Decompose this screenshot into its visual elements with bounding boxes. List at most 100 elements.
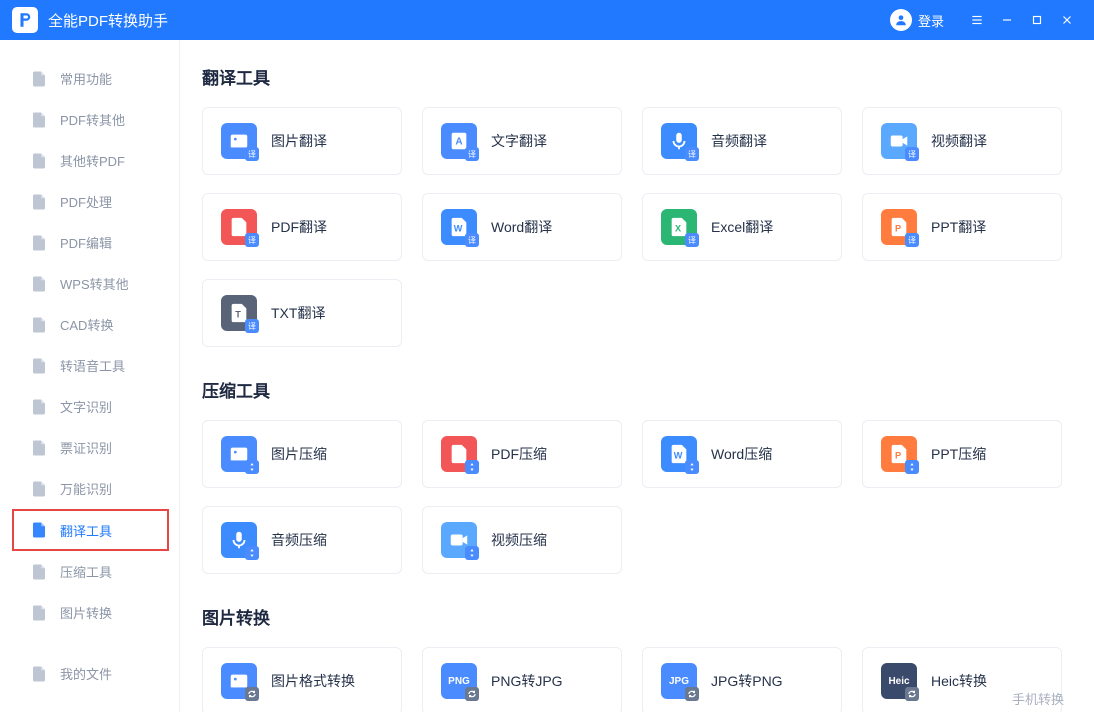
sidebar-icon-pdf-process — [30, 193, 48, 211]
card-label: PPT压缩 — [931, 444, 986, 464]
sidebar-icon-common — [30, 70, 48, 88]
card-video-translate[interactable]: 译 视频翻译 — [862, 107, 1062, 175]
app-logo-icon — [12, 7, 38, 33]
sidebar-item-image-convert[interactable]: 图片转换 — [0, 592, 179, 633]
sidebar-item-cad[interactable]: CAD转换 — [0, 304, 179, 345]
icon-badge: 译 — [685, 233, 699, 247]
minimize-button[interactable] — [992, 0, 1022, 40]
icon-badge: 译 — [905, 147, 919, 161]
card-text-translate[interactable]: A 译 文字翻译 — [422, 107, 622, 175]
sidebar-icon-my-files — [30, 665, 48, 683]
excel-translate-icon: X 译 — [661, 209, 697, 245]
card-label: JPG转PNG — [711, 671, 783, 691]
sidebar-item-wps[interactable]: WPS转其他 — [0, 263, 179, 304]
card-ppt-translate[interactable]: P 译 PPT翻译 — [862, 193, 1062, 261]
sidebar-icon-ticket — [30, 439, 48, 457]
section-title-1: 压缩工具 — [202, 377, 1072, 402]
video-compress-icon — [441, 522, 477, 558]
sidebar-item-ocr[interactable]: 文字识别 — [0, 386, 179, 427]
card-label: Excel翻译 — [711, 217, 773, 237]
sidebar-item-label: CAD转换 — [60, 315, 113, 334]
sidebar-item-label: PDF转其他 — [60, 110, 125, 129]
sidebar-icon-universal — [30, 480, 48, 498]
card-label: Word压缩 — [711, 444, 772, 464]
sidebar-icon-pdf-to — [30, 111, 48, 129]
main-content: 翻译工具 译 图片翻译 A 译 文字翻译 译 音频翻译 — [180, 40, 1094, 712]
card-label: PPT翻译 — [931, 217, 986, 237]
card-label: 文字翻译 — [491, 131, 547, 151]
card-label: 音频翻译 — [711, 131, 767, 151]
icon-badge — [465, 546, 479, 560]
card-image-format[interactable]: 图片格式转换 — [202, 647, 402, 712]
audio-compress-icon — [221, 522, 257, 558]
image-format-icon — [221, 663, 257, 699]
heic-convert-icon: Heic — [881, 663, 917, 699]
close-button[interactable] — [1052, 0, 1082, 40]
card-word-compress[interactable]: W Word压缩 — [642, 420, 842, 488]
card-audio-compress[interactable]: 音频压缩 — [202, 506, 402, 574]
sidebar-item-label: 翻译工具 — [60, 521, 112, 540]
card-video-compress[interactable]: 视频压缩 — [422, 506, 622, 574]
mobile-convert-link[interactable]: 手机转换 — [1012, 689, 1064, 708]
icon-badge — [465, 687, 479, 701]
maximize-button[interactable] — [1022, 0, 1052, 40]
card-ppt-compress[interactable]: P PPT压缩 — [862, 420, 1062, 488]
sidebar-item-to-pdf[interactable]: 其他转PDF — [0, 140, 179, 181]
sidebar-icon-image-convert — [30, 604, 48, 622]
text-translate-icon: A 译 — [441, 123, 477, 159]
card-label: PDF翻译 — [271, 217, 327, 237]
sidebar-item-label: 转语音工具 — [60, 356, 125, 375]
section-title-0: 翻译工具 — [202, 64, 1072, 89]
txt-translate-icon: T 译 — [221, 295, 257, 331]
card-excel-translate[interactable]: X 译 Excel翻译 — [642, 193, 842, 261]
sidebar-item-translate[interactable]: 翻译工具 — [12, 509, 169, 551]
ppt-compress-icon: P — [881, 436, 917, 472]
sidebar-item-my-files[interactable]: 我的文件 — [0, 653, 179, 694]
jpg-to-png-icon: JPG — [661, 663, 697, 699]
card-label: 音频压缩 — [271, 530, 327, 550]
sidebar-item-common[interactable]: 常用功能 — [0, 58, 179, 99]
sidebar-icon-wps — [30, 275, 48, 293]
sidebar-item-pdf-edit[interactable]: PDF编辑 — [0, 222, 179, 263]
card-label: Heic转换 — [931, 671, 987, 691]
card-word-translate[interactable]: W 译 Word翻译 — [422, 193, 622, 261]
icon-badge — [465, 460, 479, 474]
titlebar: 全能PDF转换助手 登录 — [0, 0, 1094, 40]
sidebar-item-label: PDF编辑 — [60, 233, 112, 252]
user-avatar-icon[interactable] — [890, 9, 912, 31]
card-label: Word翻译 — [491, 217, 552, 237]
png-to-jpg-icon: PNG — [441, 663, 477, 699]
card-label: 图片格式转换 — [271, 671, 355, 691]
icon-badge — [685, 460, 699, 474]
card-pdf-translate[interactable]: 译 PDF翻译 — [202, 193, 402, 261]
card-png-to-jpg[interactable]: PNG PNG转JPG — [422, 647, 622, 712]
pdf-compress-icon — [441, 436, 477, 472]
icon-badge — [245, 687, 259, 701]
sidebar-item-pdf-to[interactable]: PDF转其他 — [0, 99, 179, 140]
menu-button[interactable] — [962, 0, 992, 40]
svg-text:A: A — [455, 137, 463, 148]
login-button[interactable]: 登录 — [918, 11, 944, 30]
sidebar-item-pdf-process[interactable]: PDF处理 — [0, 181, 179, 222]
sidebar-item-label: 图片转换 — [60, 603, 112, 622]
sidebar-item-ticket[interactable]: 票证识别 — [0, 427, 179, 468]
icon-badge — [245, 546, 259, 560]
svg-text:W: W — [454, 224, 463, 234]
svg-text:X: X — [675, 224, 682, 234]
card-image-compress[interactable]: 图片压缩 — [202, 420, 402, 488]
sidebar-item-speech[interactable]: 转语音工具 — [0, 345, 179, 386]
card-grid-1: 图片压缩 PDF压缩 W Word压缩 P PPT压缩 — [202, 420, 1072, 574]
card-txt-translate[interactable]: T 译 TXT翻译 — [202, 279, 402, 347]
card-image-translate[interactable]: 译 图片翻译 — [202, 107, 402, 175]
card-audio-translate[interactable]: 译 音频翻译 — [642, 107, 842, 175]
pdf-translate-icon: 译 — [221, 209, 257, 245]
sidebar-item-label: 万能识别 — [60, 479, 112, 498]
card-label: 图片翻译 — [271, 131, 327, 151]
card-jpg-to-png[interactable]: JPG JPG转PNG — [642, 647, 842, 712]
video-translate-icon: 译 — [881, 123, 917, 159]
sidebar-item-universal[interactable]: 万能识别 — [0, 468, 179, 509]
image-translate-icon: 译 — [221, 123, 257, 159]
card-pdf-compress[interactable]: PDF压缩 — [422, 420, 622, 488]
icon-badge: 译 — [465, 147, 479, 161]
sidebar-item-compress[interactable]: 压缩工具 — [0, 551, 179, 592]
